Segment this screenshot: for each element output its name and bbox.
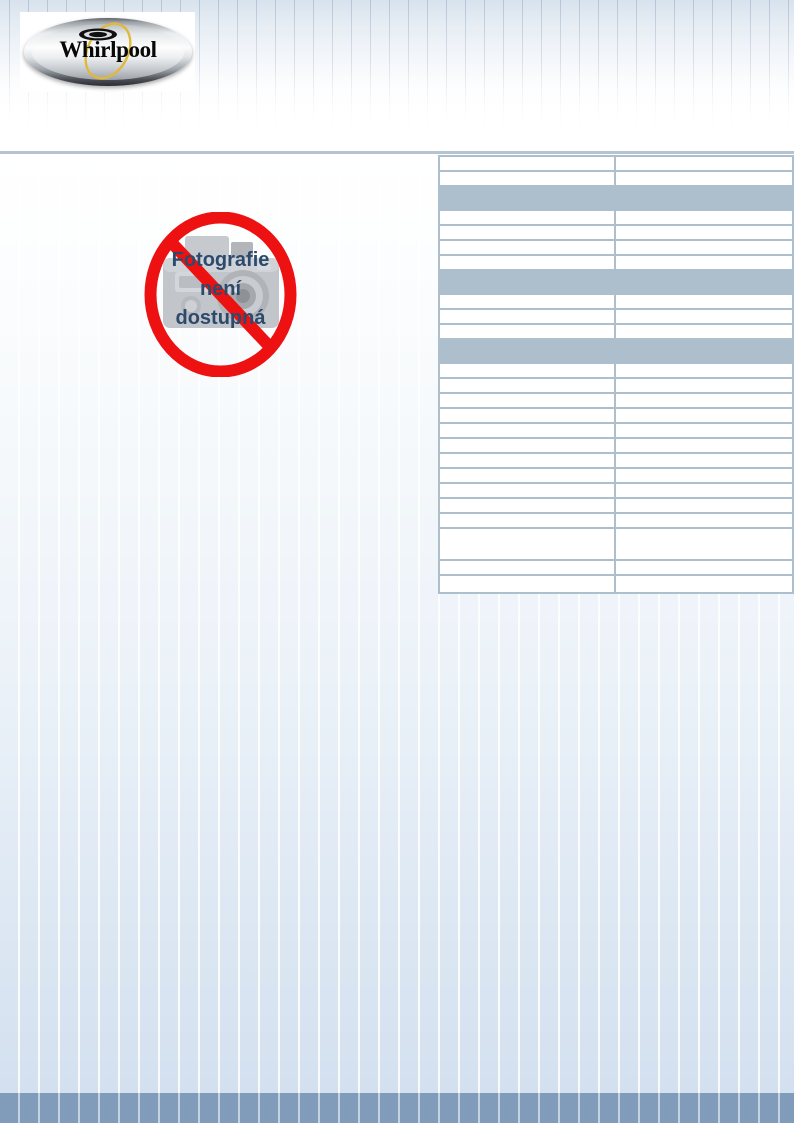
table-cell-value xyxy=(614,170,794,187)
table-row xyxy=(438,452,794,469)
table-section-label xyxy=(438,185,794,211)
table-cell-label xyxy=(438,239,616,256)
table-cell-value xyxy=(614,407,794,424)
table-cell-value xyxy=(614,422,794,439)
table-row xyxy=(438,209,794,226)
table-section-row xyxy=(438,338,794,364)
table-cell-value xyxy=(614,293,794,310)
logo-wordmark: Whirlpool xyxy=(59,37,157,62)
table-cell-label xyxy=(438,482,616,499)
table-cell-value xyxy=(614,559,794,576)
table-cell-value xyxy=(614,308,794,325)
table-row xyxy=(438,392,794,409)
table-row xyxy=(438,574,794,594)
table-cell-value xyxy=(614,254,794,271)
table-cell-label xyxy=(438,323,616,340)
table-cell-label xyxy=(438,512,616,529)
table-cell-value xyxy=(614,574,794,594)
table-row xyxy=(438,377,794,394)
specification-table-body xyxy=(438,155,794,594)
specification-table xyxy=(438,155,794,594)
table-row xyxy=(438,254,794,271)
table-row xyxy=(438,323,794,340)
table-cell-value xyxy=(614,239,794,256)
logo-emblem-icon xyxy=(79,28,117,41)
table-cell-label xyxy=(438,559,616,576)
table-cell-label xyxy=(438,407,616,424)
table-cell-label xyxy=(438,155,616,172)
table-cell-label xyxy=(438,467,616,484)
table-row xyxy=(438,512,794,529)
table-cell-label xyxy=(438,293,616,310)
photo-unavailable-placeholder: Fotografie není dostupná xyxy=(143,212,298,377)
table-row xyxy=(438,362,794,379)
table-cell-label xyxy=(438,209,616,226)
table-cell-value xyxy=(614,512,794,529)
table-row xyxy=(438,224,794,241)
table-row xyxy=(438,155,794,172)
table-row xyxy=(438,407,794,424)
no-photo-prohibition-icon xyxy=(144,212,297,377)
table-row xyxy=(438,422,794,439)
table-cell-label xyxy=(438,170,616,187)
table-row xyxy=(438,170,794,187)
table-row xyxy=(438,559,794,576)
table-row xyxy=(438,239,794,256)
table-cell-label xyxy=(438,308,616,325)
table-cell-value xyxy=(614,323,794,340)
whirlpool-logo: Whirlpool xyxy=(20,12,195,92)
table-cell-value xyxy=(614,437,794,454)
table-row xyxy=(438,482,794,499)
table-cell-label xyxy=(438,392,616,409)
table-cell-value xyxy=(614,497,794,514)
header-separator-rule xyxy=(0,151,794,154)
table-cell-value xyxy=(614,467,794,484)
table-cell-value xyxy=(614,377,794,394)
table-cell-label xyxy=(438,452,616,469)
table-cell-value xyxy=(614,362,794,379)
table-row xyxy=(438,293,794,310)
table-cell-value xyxy=(614,224,794,241)
table-cell-value xyxy=(614,392,794,409)
table-section-row xyxy=(438,185,794,211)
table-cell-label xyxy=(438,422,616,439)
table-cell-label xyxy=(438,437,616,454)
table-cell-label xyxy=(438,574,616,594)
table-row xyxy=(438,437,794,454)
table-cell-label xyxy=(438,254,616,271)
table-row xyxy=(438,308,794,325)
table-section-label xyxy=(438,338,794,364)
table-row xyxy=(438,527,794,561)
table-section-row xyxy=(438,269,794,295)
table-cell-value xyxy=(614,482,794,499)
table-cell-value xyxy=(614,155,794,172)
table-cell-label xyxy=(438,362,616,379)
table-section-label xyxy=(438,269,794,295)
product-sheet-page: Whirlpool Fotografie není dostupná xyxy=(0,0,794,1123)
table-cell-value xyxy=(614,527,794,561)
table-row xyxy=(438,497,794,514)
table-cell-label xyxy=(438,377,616,394)
table-cell-label xyxy=(438,224,616,241)
logo-oval-badge: Whirlpool xyxy=(24,18,192,86)
table-cell-value xyxy=(614,452,794,469)
table-row xyxy=(438,467,794,484)
table-cell-label xyxy=(438,527,616,561)
table-cell-label xyxy=(438,497,616,514)
page-footer-bar xyxy=(0,1093,794,1123)
table-cell-value xyxy=(614,209,794,226)
